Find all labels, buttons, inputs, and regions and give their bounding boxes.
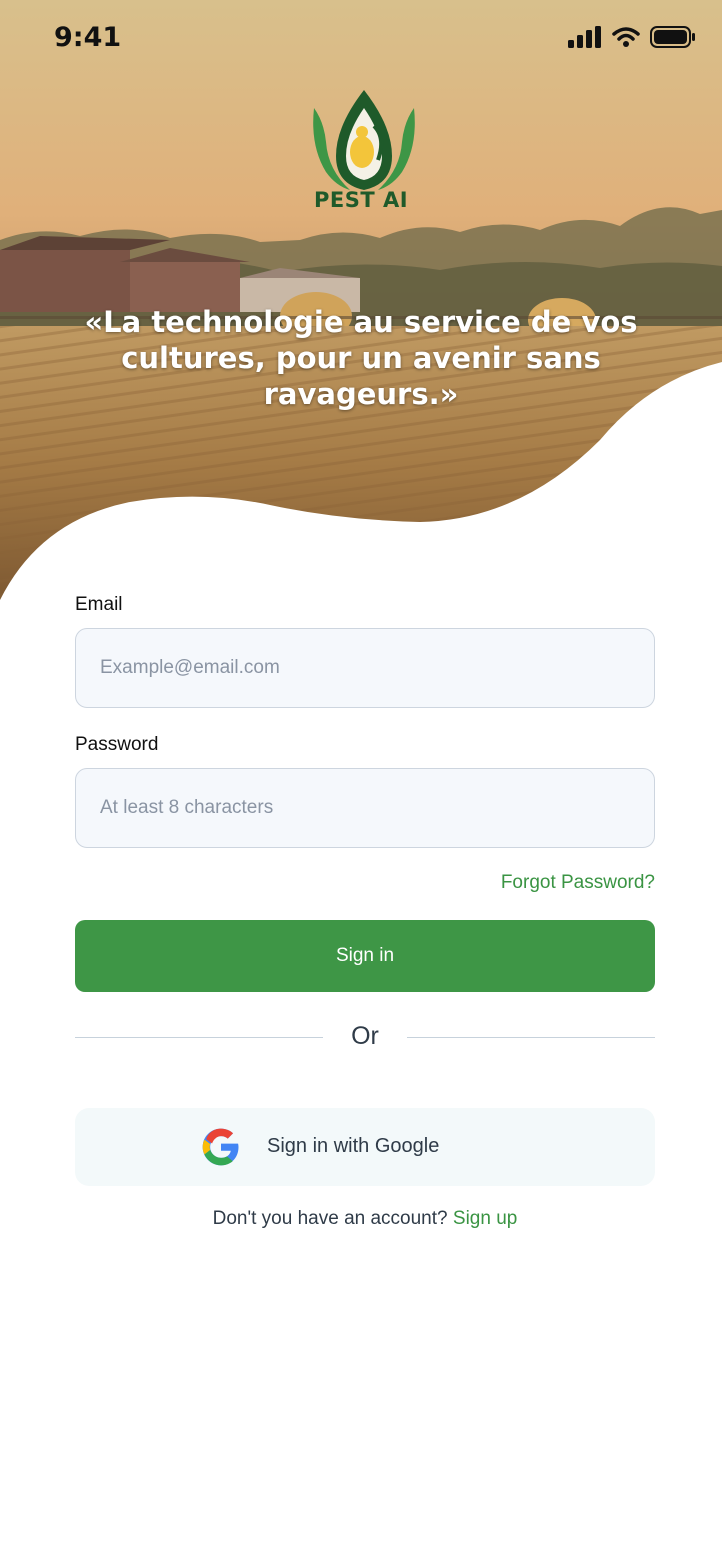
email-field[interactable]	[75, 628, 655, 708]
divider-line-right	[407, 1037, 655, 1038]
or-divider: Or	[75, 1022, 655, 1052]
forgot-password-link[interactable]: Forgot Password?	[75, 872, 655, 894]
tagline: «La technologie au service de vos cultur…	[30, 304, 692, 412]
email-label: Email	[75, 594, 123, 615]
password-field[interactable]	[75, 768, 655, 848]
login-form: Email Password Forgot Password? Sign in …	[75, 594, 655, 1230]
battery-icon	[650, 26, 695, 48]
wifi-icon	[612, 27, 640, 47]
sign-in-button[interactable]: Sign in	[75, 920, 655, 992]
status-bar: 9:41	[0, 0, 722, 80]
status-time: 9:41	[54, 22, 122, 53]
sign-up-link[interactable]: Sign up	[453, 1208, 517, 1229]
no-account-text: Don't you have an account?	[212, 1208, 453, 1229]
password-label: Password	[75, 734, 159, 755]
tagline-line-1: «La technologie au service de vos	[84, 305, 638, 339]
hero-banner: 9:41 PEST AI «La technologie au service …	[0, 0, 722, 610]
signup-prompt: Don't you have an account? Sign up	[75, 1208, 655, 1230]
brand-name: PEST AI	[313, 188, 409, 212]
tagline-line-2: cultures, pour un avenir sans ravageurs.…	[121, 341, 601, 411]
google-sign-in-button[interactable]: Sign in with Google	[75, 1108, 655, 1186]
google-g-icon	[202, 1128, 239, 1166]
cellular-signal-icon	[568, 26, 601, 48]
google-sign-in-label: Sign in with Google	[267, 1135, 440, 1157]
status-icons	[568, 26, 696, 48]
